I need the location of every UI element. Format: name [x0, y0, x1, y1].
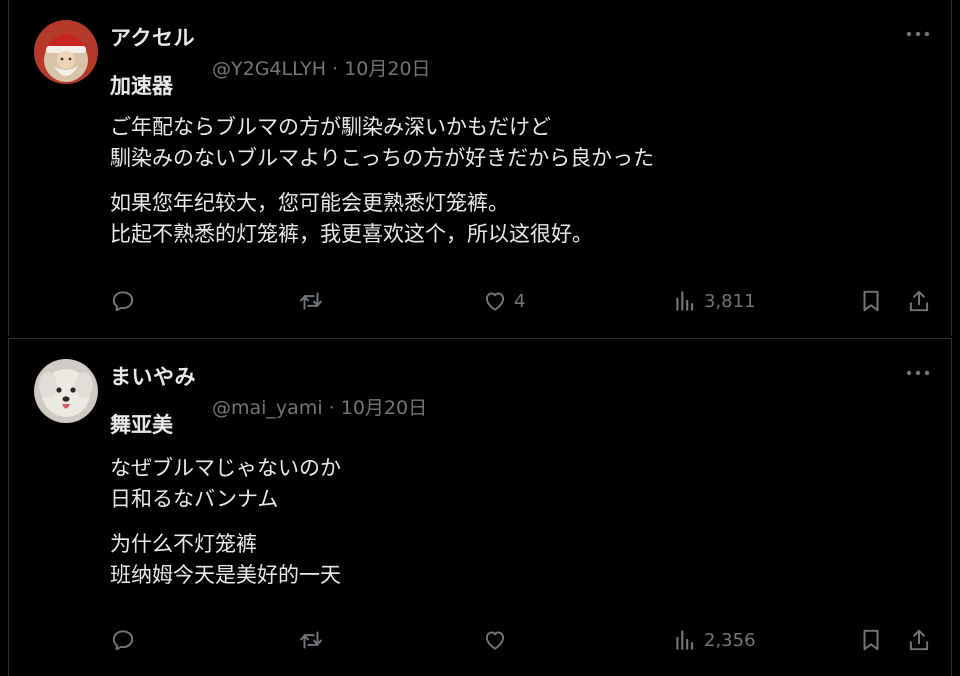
view-count: 3,811	[704, 290, 756, 312]
meta-separator: ·	[332, 58, 339, 80]
text-line: 班纳姆今天是美好的一天	[110, 563, 341, 587]
heart-icon	[485, 631, 505, 650]
bookmark-button[interactable]	[858, 625, 884, 655]
reply-icon	[112, 630, 134, 651]
reply-button[interactable]	[110, 625, 136, 655]
views-icon	[676, 291, 694, 311]
text-line: 为什么不灯笼裤	[110, 532, 257, 556]
display-name[interactable]: まいやみ	[110, 361, 196, 391]
bookmark-icon	[863, 629, 879, 651]
reply-icon	[112, 291, 134, 312]
meta-separator: ·	[328, 397, 335, 419]
retweet-icon	[300, 292, 322, 310]
reply-button[interactable]	[110, 286, 136, 316]
timestamp[interactable]: 10月20日	[341, 397, 427, 419]
heart-icon	[485, 292, 505, 311]
text-line: 馴染みのないブルマよりこっちの方が好きだから良かった	[110, 146, 655, 170]
avatar[interactable]	[34, 20, 98, 84]
retweet-button[interactable]	[298, 625, 324, 655]
tweet-paragraph-chinese: 为什么不灯笼裤 班纳姆今天是美好的一天	[110, 529, 930, 591]
santa-avatar-icon	[34, 20, 98, 84]
share-button[interactable]	[906, 625, 932, 655]
text-line: 如果您年纪较大，您可能会更熟悉灯笼裤。	[110, 191, 509, 215]
avatar[interactable]	[34, 359, 98, 423]
handle[interactable]: @Y2G4LLYH	[212, 58, 326, 80]
view-count: 2,356	[704, 629, 756, 651]
action-bar: 4 3,811	[110, 286, 950, 316]
like-button[interactable]	[482, 625, 514, 655]
views-icon	[676, 630, 694, 650]
bookmark-button[interactable]	[858, 286, 884, 316]
retweet-button[interactable]	[298, 286, 324, 316]
text-line: 比起不熟悉的灯笼裤，我更喜欢这个，所以这很好。	[110, 222, 593, 246]
dog-avatar-icon	[34, 359, 98, 423]
text-line: 日和るなバンナム	[110, 487, 279, 511]
tweet-text: なぜブルマじゃないのか 日和るなバンナム 为什么不灯笼裤 班纳姆今天是美好的一天	[110, 453, 930, 605]
more-icon	[906, 31, 930, 37]
tweet-meta: @mai_yami · 10月20日	[212, 393, 427, 420]
timeline-feed: アクセル 加速器 @Y2G4LLYH · 10月20日 ご年配ならブルマの方が馴…	[0, 0, 960, 676]
tweet[interactable]: アクセル 加速器 @Y2G4LLYH · 10月20日 ご年配ならブルマの方が馴…	[8, 0, 952, 336]
action-bar: 2,356	[110, 625, 950, 655]
like-button[interactable]: 4	[482, 286, 525, 316]
share-icon	[909, 290, 929, 312]
tweet-paragraph-japanese: なぜブルマじゃないのか 日和るなバンナム	[110, 453, 930, 515]
nickname: 舞亚美	[110, 413, 173, 437]
display-name[interactable]: アクセル	[110, 22, 195, 52]
nickname: 加速器	[110, 74, 173, 98]
share-icon	[909, 629, 929, 651]
more-options-button[interactable]	[902, 24, 934, 44]
views-button[interactable]: 3,811	[672, 286, 756, 316]
share-button[interactable]	[906, 286, 932, 316]
more-options-button[interactable]	[902, 363, 934, 383]
tweet-text: ご年配ならブルマの方が馴染み深いかもだけど 馴染みのないブルマよりこっちの方が好…	[110, 112, 930, 264]
tweet-meta: @Y2G4LLYH · 10月20日	[212, 54, 431, 81]
views-button[interactable]: 2,356	[672, 625, 756, 655]
text-line: なぜブルマじゃないのか	[110, 456, 341, 480]
like-count: 4	[514, 290, 526, 312]
text-line: ご年配ならブルマの方が馴染み深いかもだけど	[110, 115, 551, 139]
tweet-paragraph-chinese: 如果您年纪较大，您可能会更熟悉灯笼裤。 比起不熟悉的灯笼裤，我更喜欢这个，所以这…	[110, 188, 930, 250]
bookmark-icon	[863, 290, 879, 312]
tweet-paragraph-japanese: ご年配ならブルマの方が馴染み深いかもだけど 馴染みのないブルマよりこっちの方が好…	[110, 112, 930, 174]
timestamp[interactable]: 10月20日	[344, 58, 430, 80]
more-icon	[906, 370, 930, 376]
handle[interactable]: @mai_yami	[212, 397, 323, 419]
retweet-icon	[300, 631, 322, 649]
tweet[interactable]: まいやみ 舞亚美 @mai_yami · 10月20日 なぜブルマじゃないのか …	[8, 338, 952, 676]
